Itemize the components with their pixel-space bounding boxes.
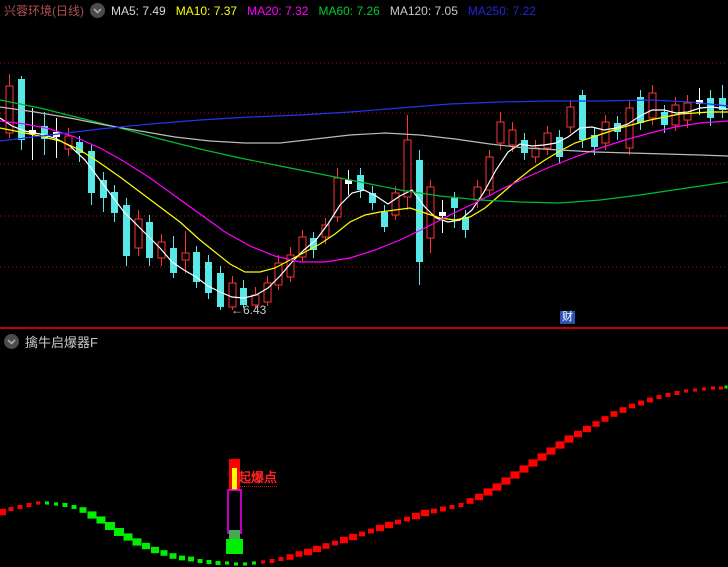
indicator-panel-header: 擒牛启爆器F [4, 332, 98, 351]
main-panel-header: 兴蓉环境(日线) MA5: 7.49 MA10: 7.37 MA20: 7.32 MA… [4, 2, 536, 19]
stock-title: 兴蓉环境(日线) [4, 4, 84, 18]
ma-legend-item-ma60: MA60: 7.26 [318, 3, 380, 18]
collapse-panel-icon[interactable] [90, 3, 105, 18]
ma-legend: MA5: 7.49 MA10: 7.37 MA20: 7.32 MA60: 7.26 M… [111, 4, 536, 18]
watermark-badge: 财 [560, 311, 575, 324]
chevron-down-icon [7, 338, 16, 345]
panel-separator [0, 327, 728, 329]
collapse-indicator-icon[interactable] [4, 334, 19, 349]
ma-legend-item-ma20: MA20: 7.32 [247, 3, 309, 18]
chevron-down-icon [93, 7, 102, 14]
signal-label: 起爆点 [238, 467, 278, 487]
stock-trading-app: { "colors": { "background": "#000000", "… [0, 0, 728, 567]
ma-legend-item-ma120: MA120: 7.05 [389, 3, 458, 18]
ma-legend-item-ma10: MA10: 7.37 [175, 3, 238, 18]
indicator-title: 擒牛启爆器F [25, 335, 98, 350]
ma-legend-item-ma5: MA5: 7.49 [111, 3, 166, 18]
low-price-label: ←6.43 [231, 303, 267, 317]
ma-legend-item-ma250: MA250: 7.22 [467, 3, 536, 18]
chart-canvas[interactable] [0, 0, 728, 567]
